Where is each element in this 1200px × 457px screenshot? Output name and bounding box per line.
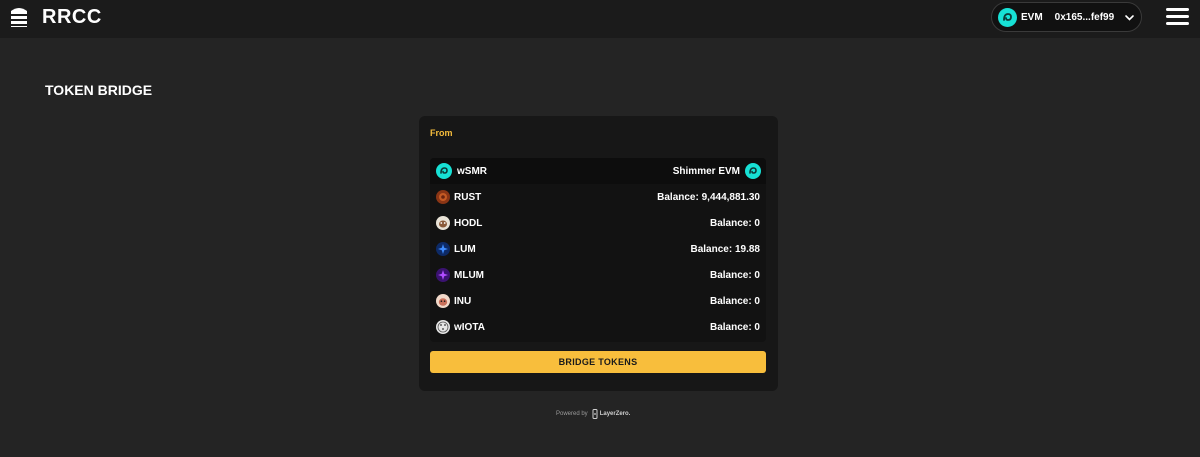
token-balance: Balance: 9,444,881.30 [657, 191, 760, 203]
rrcc-logo-icon [11, 8, 27, 27]
network-label: EVM [1021, 11, 1043, 23]
token-name: LUM [454, 243, 476, 255]
top-navigation-bar: RRCC EVM 0x165...fef99 [0, 0, 1200, 38]
hodl-token-icon [436, 216, 450, 230]
wallet-address: 0x165...fef99 [1054, 11, 1115, 23]
token-option-rust[interactable]: RUST Balance: 9,444,881.30 [430, 184, 766, 210]
layerzero-logo-text[interactable]: LayerZero. [600, 411, 631, 417]
token-option-inu[interactable]: INU Balance: 0 [430, 288, 766, 314]
token-name: RUST [454, 191, 482, 203]
shimmer-chain-icon [745, 163, 761, 179]
chevron-down-icon [1125, 15, 1134, 21]
lum-token-icon [436, 242, 450, 256]
mlum-token-icon [436, 268, 450, 282]
token-balance: Balance: 0 [709, 321, 760, 333]
layerzero-icon [592, 409, 598, 419]
wiota-token-icon [436, 320, 450, 334]
token-name: INU [454, 295, 472, 307]
inu-token-icon [436, 294, 450, 308]
token-name: HODL [454, 217, 483, 229]
from-label: From [430, 128, 453, 138]
shimmer-icon [436, 163, 452, 179]
brand-name: RRCC [42, 6, 102, 28]
rust-token-icon [436, 190, 450, 204]
token-option-wiota[interactable]: wIOTA Balance: 0 [430, 314, 766, 340]
token-dropdown-list: wSMR Shimmer EVM RUST Balance: 9,444,881… [430, 158, 766, 342]
token-balance: Balance: 0 [709, 269, 760, 281]
bridge-tokens-button[interactable]: BRIDGE TOKENS [430, 351, 766, 373]
menu-icon[interactable] [1166, 8, 1189, 26]
token-balance: Balance: 0 [709, 217, 760, 229]
shimmer-network-icon [998, 7, 1017, 27]
page-title: TOKEN BRIDGE [45, 82, 153, 98]
source-chain-name: Shimmer EVM [672, 165, 740, 177]
selected-token-row[interactable]: wSMR Shimmer EVM [430, 158, 766, 184]
token-option-lum[interactable]: LUM Balance: 19.88 [430, 236, 766, 262]
token-option-mlum[interactable]: MLUM Balance: 0 [430, 262, 766, 288]
powered-by-footer: Powered by LayerZero. [556, 409, 630, 419]
token-name: wIOTA [454, 321, 485, 333]
logo[interactable]: RRCC [8, 5, 102, 30]
powered-by-label: Powered by [556, 411, 588, 417]
token-name: MLUM [454, 269, 484, 281]
token-balance: Balance: 0 [709, 295, 760, 307]
wallet-connect-button[interactable]: EVM 0x165...fef99 [991, 2, 1142, 32]
token-option-hodl[interactable]: HODL Balance: 0 [430, 210, 766, 236]
selected-token-name: wSMR [457, 165, 487, 177]
bridge-card: From wSMR Shimmer EVM RUST Balance: 9,44… [419, 116, 778, 391]
token-balance: Balance: 19.88 [690, 243, 761, 255]
